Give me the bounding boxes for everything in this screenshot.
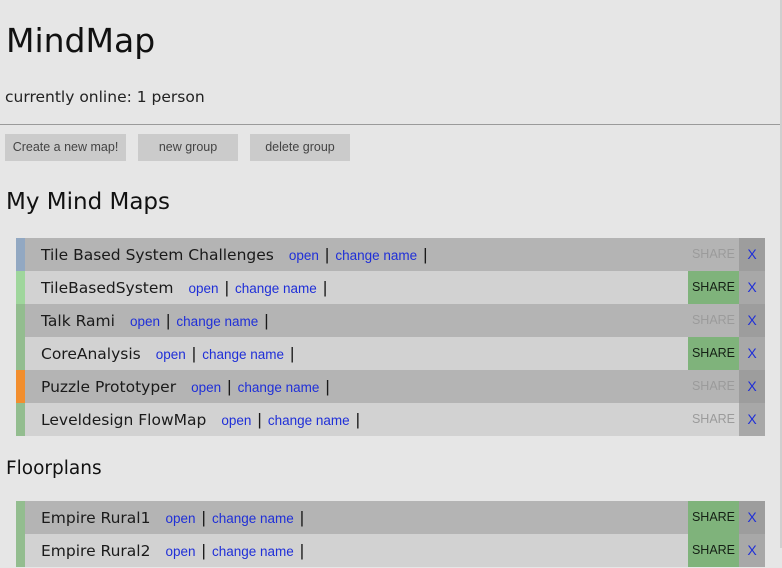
- map-row-content: Empire Rural1 open | change name |: [41, 501, 310, 534]
- rename-map-link[interactable]: change name: [235, 281, 317, 296]
- map-row-content: CoreAnalysis open | change name |: [41, 337, 300, 370]
- map-row-content: Empire Rural2 open | change name |: [41, 534, 310, 567]
- link-separator: |: [166, 311, 171, 330]
- link-separator: |: [224, 278, 229, 297]
- rename-map-link[interactable]: change name: [212, 544, 294, 559]
- map-row-content: TileBasedSystem open | change name |: [41, 271, 333, 304]
- rename-map-link[interactable]: change name: [268, 413, 350, 428]
- rename-map-link[interactable]: change name: [212, 511, 294, 526]
- delete-map-button[interactable]: X: [739, 501, 765, 534]
- group-heading-floorplans: Floorplans: [6, 458, 102, 479]
- create-map-button[interactable]: Create a new map!: [5, 134, 126, 161]
- open-map-link[interactable]: open: [130, 314, 160, 329]
- map-name: Tile Based System Challenges: [41, 246, 274, 264]
- map-color-strip: [16, 304, 25, 337]
- link-separator: |: [227, 377, 232, 396]
- link-separator: |: [264, 311, 269, 330]
- online-status: currently online: 1 person: [5, 88, 205, 106]
- map-name: CoreAnalysis: [41, 345, 141, 363]
- link-separator: |: [257, 410, 262, 429]
- share-button[interactable]: SHARE: [688, 238, 739, 271]
- group-heading-my-mind-maps: My Mind Maps: [6, 189, 171, 215]
- map-color-strip: [16, 534, 25, 567]
- share-button[interactable]: SHARE: [688, 534, 739, 567]
- map-color-strip: [16, 271, 25, 304]
- rename-map-link[interactable]: change name: [202, 347, 284, 362]
- link-separator: |: [325, 377, 330, 396]
- link-separator: |: [201, 541, 206, 560]
- map-row: Empire Rural2 open | change name | SHARE X: [16, 534, 765, 567]
- map-row: Puzzle Prototyper open | change name | SHARE X: [16, 370, 765, 403]
- link-separator: |: [355, 410, 361, 429]
- link-separator: |: [324, 245, 330, 264]
- map-name: Puzzle Prototyper: [41, 378, 177, 396]
- app-title: MindMap: [6, 21, 156, 60]
- delete-map-button[interactable]: X: [739, 238, 765, 271]
- map-row: TileBasedSystem open | change name | SHARE X: [16, 271, 765, 304]
- open-map-link[interactable]: open: [221, 413, 251, 428]
- map-name: TileBasedSystem: [41, 279, 174, 297]
- map-color-strip: [16, 403, 25, 436]
- delete-map-button[interactable]: X: [739, 534, 765, 567]
- map-color-strip: [16, 370, 25, 403]
- share-button[interactable]: SHARE: [688, 304, 739, 337]
- link-separator: |: [299, 541, 305, 560]
- map-list-floorplans: Empire Rural1 open | change name | SHARE X Empi…: [16, 501, 765, 567]
- share-button[interactable]: SHARE: [688, 501, 739, 534]
- rename-map-link[interactable]: change name: [238, 380, 320, 395]
- delete-map-button[interactable]: X: [739, 403, 765, 436]
- map-row: Talk Rami open | change name | SHARE X: [16, 304, 765, 337]
- map-name: Empire Rural2: [41, 542, 151, 560]
- delete-map-button[interactable]: X: [739, 337, 765, 370]
- open-map-link[interactable]: open: [189, 281, 219, 296]
- header-divider: [0, 124, 780, 125]
- new-group-button[interactable]: new group: [138, 134, 238, 161]
- map-list-my-mind-maps: Tile Based System Challenges open | change …: [16, 238, 765, 436]
- share-button[interactable]: SHARE: [688, 370, 739, 403]
- map-row: Leveldesign FlowMap open | change name | SHAR…: [16, 403, 765, 436]
- map-name: Talk Rami: [41, 312, 115, 330]
- open-map-link[interactable]: open: [165, 511, 195, 526]
- map-name: Empire Rural1: [41, 509, 151, 527]
- rename-map-link[interactable]: change name: [176, 314, 258, 329]
- delete-map-button[interactable]: X: [739, 370, 765, 403]
- link-separator: |: [299, 508, 305, 527]
- share-button[interactable]: SHARE: [688, 271, 739, 304]
- open-map-link[interactable]: open: [191, 380, 221, 395]
- link-separator: |: [201, 508, 206, 527]
- map-name: Leveldesign FlowMap: [41, 411, 207, 429]
- map-row: Tile Based System Challenges open | change …: [16, 238, 765, 271]
- map-row: CoreAnalysis open | change name | SHARE X: [16, 337, 765, 370]
- map-row: Empire Rural1 open | change name | SHARE X: [16, 501, 765, 534]
- link-separator: |: [191, 344, 197, 363]
- open-map-link[interactable]: open: [156, 347, 186, 362]
- map-row-content: Tile Based System Challenges open | change …: [41, 238, 434, 271]
- open-map-link[interactable]: open: [289, 248, 319, 263]
- delete-group-button[interactable]: delete group: [250, 134, 350, 161]
- share-button[interactable]: SHARE: [688, 403, 739, 436]
- rename-map-link[interactable]: change name: [335, 248, 417, 263]
- link-separator: |: [423, 245, 428, 264]
- delete-map-button[interactable]: X: [739, 304, 765, 337]
- map-row-content: Puzzle Prototyper open | change name |: [41, 370, 336, 403]
- link-separator: |: [290, 344, 295, 363]
- share-button[interactable]: SHARE: [688, 337, 739, 370]
- map-row-content: Talk Rami open | change name |: [41, 304, 275, 337]
- map-color-strip: [16, 501, 25, 534]
- map-color-strip: [16, 337, 25, 370]
- map-row-content: Leveldesign FlowMap open | change name |: [41, 403, 366, 436]
- link-separator: |: [322, 278, 328, 297]
- open-map-link[interactable]: open: [165, 544, 195, 559]
- delete-map-button[interactable]: X: [739, 271, 765, 304]
- map-color-strip: [16, 238, 25, 271]
